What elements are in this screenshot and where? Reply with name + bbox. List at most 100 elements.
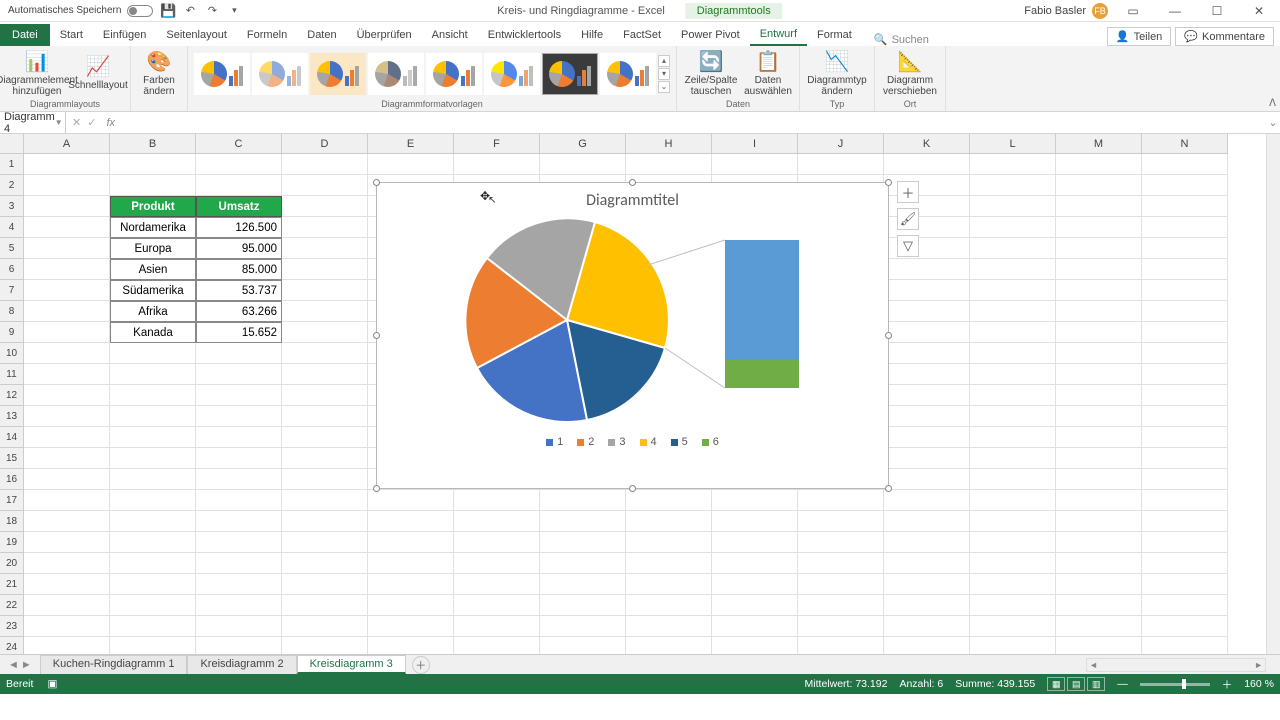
- cell[interactable]: [1056, 595, 1142, 616]
- qat-customize-icon[interactable]: ▾: [227, 4, 241, 18]
- cell[interactable]: [798, 532, 884, 553]
- row-6[interactable]: 6: [0, 259, 24, 280]
- cell[interactable]: [1142, 259, 1228, 280]
- col-B[interactable]: B: [110, 134, 196, 154]
- cell[interactable]: [196, 616, 282, 637]
- cell[interactable]: [24, 427, 110, 448]
- cell[interactable]: [970, 532, 1056, 553]
- zoom-out-icon[interactable]: ―: [1117, 678, 1128, 690]
- cell[interactable]: [110, 616, 196, 637]
- cell[interactable]: [540, 511, 626, 532]
- cell[interactable]: [24, 595, 110, 616]
- cell[interactable]: [884, 553, 970, 574]
- cell[interactable]: [970, 448, 1056, 469]
- cell[interactable]: [970, 238, 1056, 259]
- cancel-formula-icon[interactable]: ✕: [72, 116, 81, 129]
- row-22[interactable]: 22: [0, 595, 24, 616]
- cell[interactable]: [196, 553, 282, 574]
- col-A[interactable]: A: [24, 134, 110, 154]
- row-16[interactable]: 16: [0, 469, 24, 490]
- toggle-switch[interactable]: [127, 5, 153, 17]
- cell[interactable]: [884, 343, 970, 364]
- cell[interactable]: [24, 385, 110, 406]
- cell[interactable]: [282, 154, 368, 175]
- col-I[interactable]: I: [712, 134, 798, 154]
- cell[interactable]: [24, 196, 110, 217]
- cell[interactable]: [1056, 280, 1142, 301]
- cell[interactable]: [1142, 280, 1228, 301]
- autosave-toggle[interactable]: Automatisches Speichern: [8, 5, 153, 17]
- cell[interactable]: [24, 469, 110, 490]
- cell[interactable]: [970, 280, 1056, 301]
- legend-item[interactable]: 4: [640, 436, 657, 448]
- cell[interactable]: [884, 322, 970, 343]
- cell[interactable]: [1056, 511, 1142, 532]
- cell[interactable]: [454, 511, 540, 532]
- move-chart-button[interactable]: 📐 Diagramm verschieben: [881, 51, 939, 97]
- tab-factset[interactable]: FactSet: [613, 24, 671, 46]
- cell[interactable]: [24, 532, 110, 553]
- cell[interactable]: [368, 490, 454, 511]
- chart-style-1[interactable]: [194, 53, 250, 95]
- select-data-button[interactable]: 📋 Daten auswählen: [743, 51, 793, 97]
- cell[interactable]: [1142, 637, 1228, 654]
- col-D[interactable]: D: [282, 134, 368, 154]
- cell[interactable]: [540, 490, 626, 511]
- chart-style-3[interactable]: [310, 53, 366, 95]
- cell[interactable]: [110, 364, 196, 385]
- cell[interactable]: 15.652: [196, 322, 282, 343]
- select-all-corner[interactable]: [0, 134, 24, 154]
- cell[interactable]: [884, 154, 970, 175]
- cell[interactable]: [1056, 175, 1142, 196]
- cell[interactable]: [626, 553, 712, 574]
- cell[interactable]: [1056, 196, 1142, 217]
- cell[interactable]: [626, 154, 712, 175]
- cell[interactable]: [712, 595, 798, 616]
- cell[interactable]: [798, 154, 884, 175]
- cell[interactable]: [712, 553, 798, 574]
- cell[interactable]: [626, 574, 712, 595]
- cell[interactable]: [282, 427, 368, 448]
- cell[interactable]: [540, 616, 626, 637]
- cell[interactable]: [884, 616, 970, 637]
- cell[interactable]: [884, 301, 970, 322]
- chart-styles-button[interactable]: 🖌: [897, 208, 919, 230]
- cell[interactable]: [1142, 574, 1228, 595]
- cell[interactable]: Europa: [110, 238, 196, 259]
- cell[interactable]: [282, 175, 368, 196]
- cell[interactable]: [1142, 196, 1228, 217]
- cell[interactable]: [196, 469, 282, 490]
- cell[interactable]: [24, 616, 110, 637]
- cell[interactable]: [1056, 259, 1142, 280]
- file-tab[interactable]: Datei: [0, 24, 50, 46]
- cell[interactable]: [282, 511, 368, 532]
- col-C[interactable]: C: [196, 134, 282, 154]
- cell[interactable]: [110, 532, 196, 553]
- cell[interactable]: [454, 595, 540, 616]
- cell[interactable]: [196, 637, 282, 654]
- cell[interactable]: [970, 301, 1056, 322]
- cell[interactable]: [282, 637, 368, 654]
- cell[interactable]: [282, 448, 368, 469]
- cell[interactable]: [970, 217, 1056, 238]
- cell[interactable]: [884, 427, 970, 448]
- cell[interactable]: [282, 301, 368, 322]
- cell[interactable]: [884, 259, 970, 280]
- cell[interactable]: [970, 490, 1056, 511]
- row-headers[interactable]: 123456789101112131415161718192021222324: [0, 154, 24, 654]
- chart-legend[interactable]: 123456: [377, 430, 888, 454]
- cell[interactable]: [282, 616, 368, 637]
- cell[interactable]: [712, 616, 798, 637]
- cell[interactable]: [1142, 175, 1228, 196]
- cell[interactable]: [798, 595, 884, 616]
- cell[interactable]: [626, 511, 712, 532]
- cell[interactable]: [540, 154, 626, 175]
- cell[interactable]: [1142, 154, 1228, 175]
- cell[interactable]: [24, 406, 110, 427]
- cell[interactable]: [1056, 532, 1142, 553]
- cell[interactable]: [970, 343, 1056, 364]
- cell[interactable]: [884, 595, 970, 616]
- cell[interactable]: [540, 595, 626, 616]
- cell[interactable]: [110, 154, 196, 175]
- new-sheet-button[interactable]: ＋: [412, 656, 430, 674]
